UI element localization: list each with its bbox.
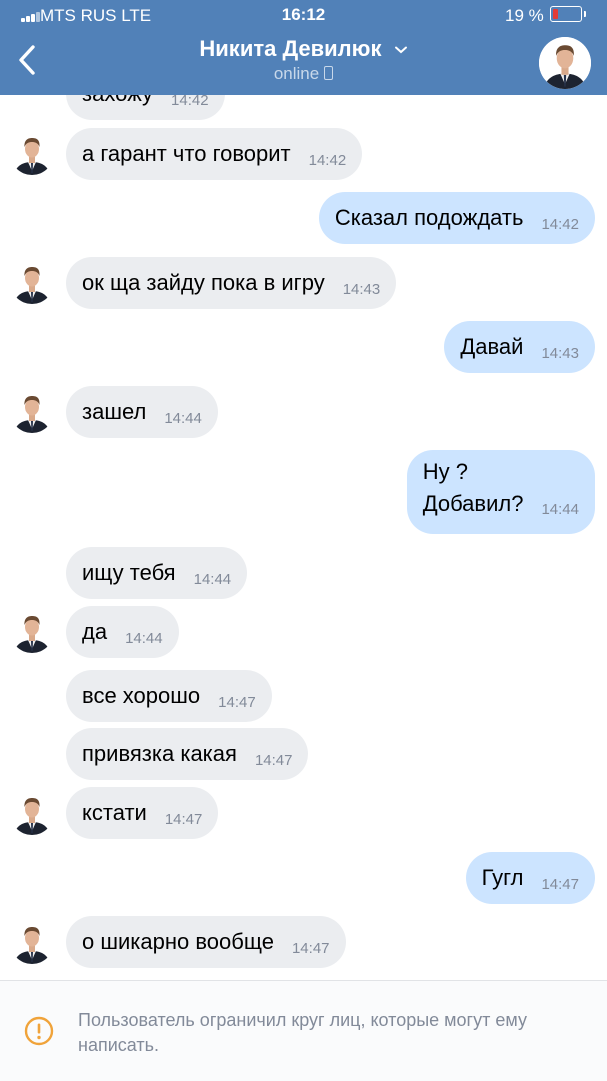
chat-title: Никита Девилюк bbox=[199, 36, 382, 61]
message-text: зашел bbox=[82, 399, 147, 424]
message-bubble-outgoing[interactable]: Гугл 14:47 bbox=[465, 852, 595, 904]
message-text: ок ща зайду пока в игру bbox=[82, 270, 325, 295]
message-time: 14:47 bbox=[164, 810, 203, 828]
message-bubble-incoming[interactable]: кстати 14:47 bbox=[66, 787, 219, 839]
message-text: о шикарно вообще bbox=[82, 929, 274, 954]
avatar[interactable] bbox=[10, 791, 54, 835]
message-time: 14:44 bbox=[125, 629, 163, 647]
message-bubble-outgoing[interactable]: Давай 14:43 bbox=[444, 321, 595, 373]
avatar[interactable] bbox=[10, 260, 54, 304]
message-bubble-incoming[interactable]: ок ща зайду пока в игру 14:43 bbox=[66, 257, 397, 309]
message-bubble-incoming[interactable]: зашел 14:44 bbox=[66, 386, 218, 438]
online-label: online bbox=[273, 64, 320, 83]
message-bubble-outgoing[interactable]: Ну ? Добавил? 14:44 bbox=[406, 450, 595, 534]
message-time: 14:44 bbox=[164, 409, 202, 427]
message-bubble-incoming[interactable]: а гарант что говорит 14:42 bbox=[66, 128, 363, 180]
message-text: а гарант что говорит bbox=[82, 141, 291, 166]
warning-circle-icon bbox=[24, 1016, 54, 1046]
message-text: Давай bbox=[460, 334, 524, 359]
message-time: 14:44 bbox=[541, 501, 579, 518]
message-time: 14:47 bbox=[291, 939, 330, 957]
message-time: 14:42 bbox=[171, 95, 209, 109]
top-bar: MTS RUS LTE 16:12 19 % Никита Девилюк on… bbox=[0, 0, 607, 95]
header-avatar[interactable] bbox=[539, 37, 591, 89]
message-bubble-incoming[interactable]: захожу 14:42 bbox=[66, 95, 225, 120]
message-time: 14:47 bbox=[541, 875, 579, 893]
message-text: Гугл bbox=[481, 865, 524, 890]
message-text: кстати bbox=[82, 800, 147, 825]
message-bubble-incoming[interactable]: о шикарно вообще 14:47 bbox=[66, 916, 346, 968]
message-bubble-incoming[interactable]: да 14:44 bbox=[66, 606, 179, 658]
battery-icon bbox=[550, 6, 586, 22]
message-text: Сказал подождать bbox=[334, 205, 524, 230]
message-time: 14:42 bbox=[541, 215, 579, 233]
message-list[interactable]: захожу 14:42 а гарант что говорит 14:42 … bbox=[0, 95, 607, 980]
message-time: 14:43 bbox=[541, 344, 579, 362]
avatar[interactable] bbox=[10, 609, 54, 653]
message-text: все хорошо bbox=[82, 683, 201, 708]
message-time: 14:47 bbox=[218, 693, 256, 711]
chevron-down-icon bbox=[394, 46, 407, 54]
chat-title-button[interactable]: Никита Девилюк bbox=[0, 36, 607, 62]
status-bar: MTS RUS LTE 16:12 19 % bbox=[0, 0, 607, 30]
avatar[interactable] bbox=[10, 389, 54, 433]
message-time: 14:43 bbox=[342, 280, 381, 298]
message-text: Ну ? Добавил? bbox=[423, 456, 524, 520]
message-bubble-incoming[interactable]: привязка какая 14:47 bbox=[66, 728, 309, 780]
restricted-notice: Пользователь ограничил круг лиц, которые… bbox=[0, 980, 607, 1081]
avatar[interactable] bbox=[10, 131, 54, 175]
mobile-icon bbox=[324, 66, 334, 80]
message-bubble-incoming[interactable]: ищу тебя 14:44 bbox=[66, 547, 248, 599]
avatar[interactable] bbox=[10, 920, 54, 964]
battery-percent: 19 % bbox=[505, 6, 544, 25]
message-text: привязка какая bbox=[82, 741, 237, 766]
message-text: да bbox=[82, 619, 108, 644]
message-time: 14:42 bbox=[308, 151, 347, 169]
message-text: ищу тебя bbox=[82, 560, 176, 585]
message-time: 14:44 bbox=[193, 570, 232, 588]
message-line: Добавил? bbox=[422, 491, 524, 516]
message-bubble-incoming[interactable]: все хорошо 14:47 bbox=[66, 670, 272, 722]
notice-text: Пользователь ограничил круг лиц, которые… bbox=[78, 1010, 527, 1055]
message-line: Ну ? bbox=[422, 459, 468, 484]
message-text: захожу bbox=[82, 95, 153, 110]
message-bubble-outgoing[interactable]: Сказал подождать 14:42 bbox=[318, 192, 595, 244]
online-status: online bbox=[0, 64, 607, 84]
message-time: 14:47 bbox=[254, 751, 293, 769]
